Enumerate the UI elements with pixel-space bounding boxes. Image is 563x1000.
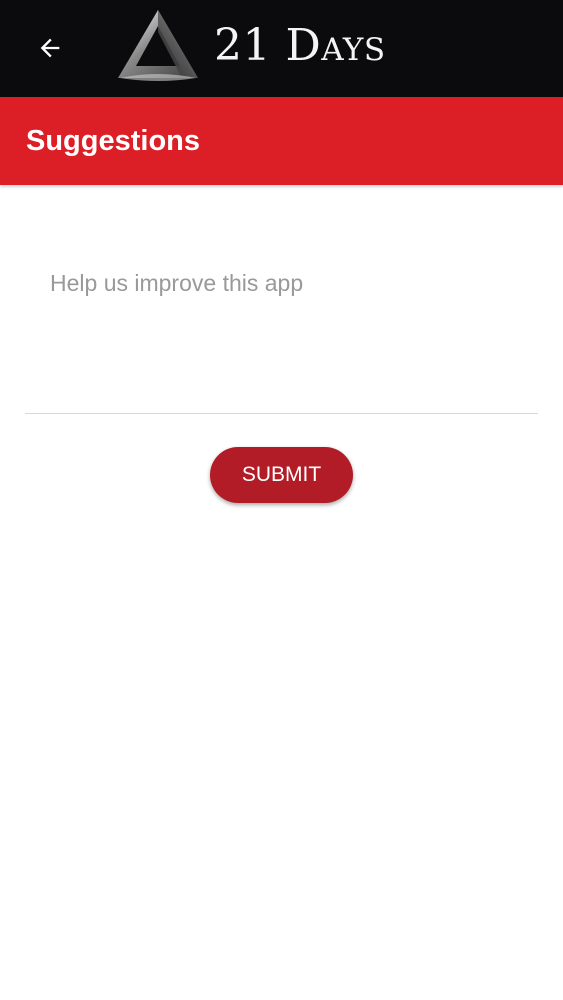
back-button[interactable] (30, 28, 70, 68)
submit-button[interactable]: SUBMIT (210, 447, 353, 503)
brand-title: 21 Days (214, 20, 386, 71)
arrow-left-icon (40, 38, 60, 58)
toolbar: Suggestions (0, 97, 563, 185)
triangle-logo-icon (118, 10, 198, 81)
app-header: 21 Days (0, 0, 563, 97)
page-title: Suggestions (26, 125, 201, 157)
suggestion-input[interactable] (25, 250, 538, 414)
